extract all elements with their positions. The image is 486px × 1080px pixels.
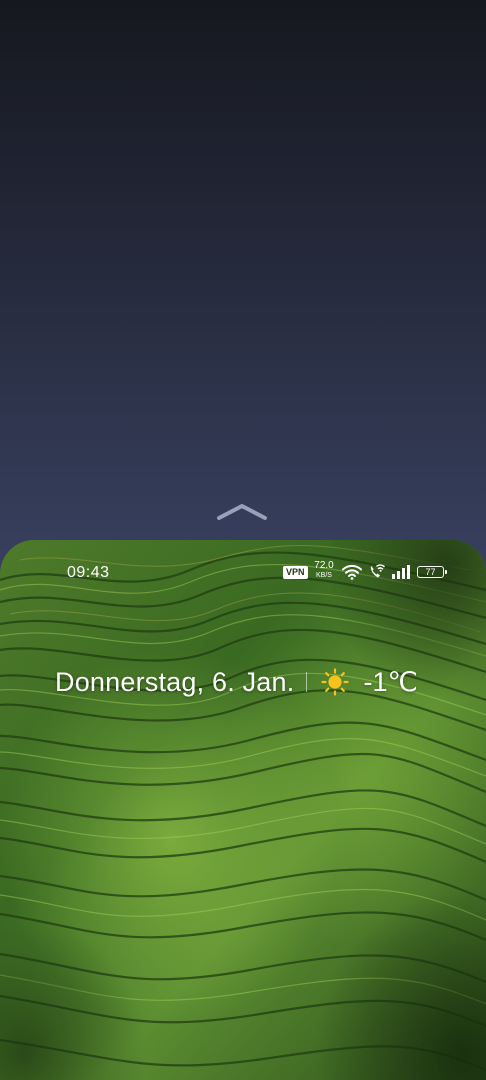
vpn-badge: VPN [283,566,308,579]
divider [306,672,308,692]
lock-screen-card[interactable]: 09:43 VPN 72.0 KB/S 77 Donnerstag, 6. Ja… [0,540,486,1080]
battery-icon: 77 [417,566,447,578]
sun-icon [321,668,350,696]
status-time: 09:43 [67,564,110,581]
status-bar: 09:43 VPN 72.0 KB/S 77 [0,540,486,606]
screen: 09:43 VPN 72.0 KB/S 77 Donnerstag, 6. Ja… [0,0,486,1080]
date-weather-widget[interactable]: Donnerstag, 6. Jan. -1℃ [55,664,418,700]
date-label: Donnerstag, 6. Jan. [55,666,295,697]
network-speed-unit: KB/S [316,572,332,579]
wifi-icon [342,564,362,580]
wallpaper-rice-terraces [0,540,486,1080]
network-speed: 72.0 KB/S [312,560,336,580]
swipe-up-chevron-icon[interactable] [215,500,269,522]
cell-signal-icon [392,565,410,579]
wifi-calling-icon [370,564,385,578]
network-speed-value: 72.0 [314,560,334,571]
battery-level: 77 [425,567,436,577]
temperature-label: -1℃ [363,666,418,697]
